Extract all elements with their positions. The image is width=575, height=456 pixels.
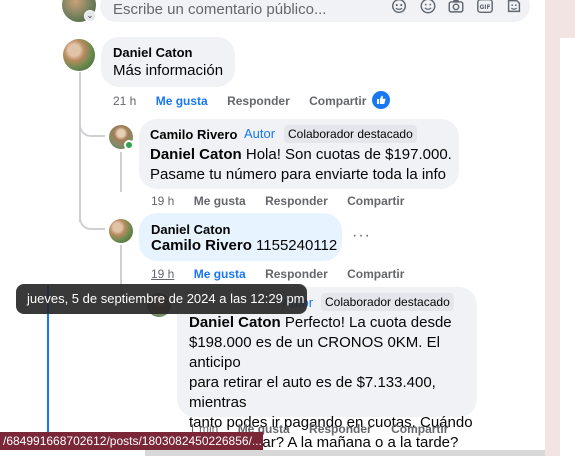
status-bar-url: /684991668702612/posts/1803082450226856/… bbox=[0, 432, 263, 450]
comment-text: Camilo Rivero 1155240112 bbox=[151, 236, 337, 256]
share-button[interactable]: Compartir bbox=[347, 267, 404, 281]
timestamp-tooltip: jueves, 5 de septiembre de 2024 a las 12… bbox=[16, 284, 307, 314]
comment-time[interactable]: 21 h bbox=[113, 94, 136, 108]
mention-link[interactable]: Daniel Caton bbox=[150, 146, 242, 163]
author-tag: Autor bbox=[244, 126, 276, 141]
thread-line bbox=[79, 72, 81, 222]
comment-actions: 19 h Me gusta Responder Compartir bbox=[151, 267, 420, 281]
reply-button[interactable]: Responder bbox=[265, 267, 328, 281]
mention-link[interactable]: Camilo Rivero bbox=[151, 237, 252, 254]
comment-input[interactable] bbox=[113, 0, 383, 19]
reply-button[interactable]: Responder bbox=[265, 194, 328, 208]
mention-link[interactable]: Daniel Caton bbox=[189, 314, 281, 331]
comment-time[interactable]: 19 h bbox=[151, 194, 174, 208]
emoji-icon[interactable] bbox=[419, 0, 437, 15]
comment-text-line: Pasame tu número para enviarte toda la i… bbox=[150, 166, 447, 183]
comment-text-line: $198.000 es de un CRONOS 0KM. El anticip… bbox=[189, 334, 440, 371]
comment-text-line: Hola! Son cuotas de $197.000. bbox=[241, 146, 452, 163]
comment-composer[interactable]: GIF bbox=[100, 0, 530, 22]
thread-connector bbox=[79, 112, 105, 137]
comment-text-line: 1155240112 bbox=[251, 237, 338, 254]
comment-text: Daniel Caton Hola! Son cuotas de $197.00… bbox=[150, 145, 455, 185]
status-badge[interactable]: Colaborador destacado bbox=[284, 125, 417, 143]
svg-text:GIF: GIF bbox=[480, 5, 491, 11]
avatar-sticker-icon[interactable] bbox=[505, 0, 523, 15]
thread-connector bbox=[79, 205, 105, 230]
comment-time[interactable]: 19 h bbox=[151, 267, 174, 281]
comment-author[interactable]: Camilo Rivero bbox=[150, 127, 237, 142]
share-button[interactable]: Compartir bbox=[309, 94, 366, 108]
share-button[interactable]: Compartir bbox=[391, 422, 448, 436]
horizontal-scrollbar[interactable] bbox=[145, 450, 545, 456]
comment-text-line: para retirar el auto es de $7.133.400, m… bbox=[189, 374, 436, 411]
scrollbar-track[interactable] bbox=[560, 38, 575, 456]
chevron-down-icon[interactable]: ⌄ bbox=[84, 10, 96, 22]
like-button[interactable]: Me gusta bbox=[194, 267, 246, 281]
reply-button[interactable]: Responder bbox=[227, 94, 290, 108]
like-button[interactable]: Me gusta bbox=[194, 194, 246, 208]
comment-author[interactable]: Daniel Caton bbox=[113, 45, 192, 60]
comment-text-line: Perfecto! La cuota desde bbox=[280, 314, 452, 331]
sticker-icon[interactable] bbox=[390, 0, 408, 15]
comment-text: Más información bbox=[113, 62, 224, 79]
comment-author[interactable]: Daniel Caton bbox=[151, 222, 230, 237]
like-button[interactable]: Me gusta bbox=[156, 94, 208, 108]
camera-icon[interactable] bbox=[447, 0, 465, 15]
more-options-icon[interactable]: ··· bbox=[352, 227, 371, 245]
share-button[interactable]: Compartir bbox=[347, 194, 404, 208]
comment-actions: 21 h Me gusta Responder Compartir bbox=[113, 94, 382, 108]
online-status-indicator bbox=[124, 140, 134, 150]
reply-button[interactable]: Responder bbox=[309, 422, 372, 436]
like-reaction-icon[interactable] bbox=[372, 91, 390, 109]
gif-icon[interactable]: GIF bbox=[476, 0, 494, 15]
avatar[interactable] bbox=[109, 219, 133, 243]
avatar[interactable] bbox=[63, 39, 95, 71]
status-badge[interactable]: Colaborador destacado bbox=[321, 293, 454, 311]
comment-actions: 19 h Me gusta Responder Compartir bbox=[151, 194, 420, 208]
thread-line bbox=[120, 152, 122, 192]
